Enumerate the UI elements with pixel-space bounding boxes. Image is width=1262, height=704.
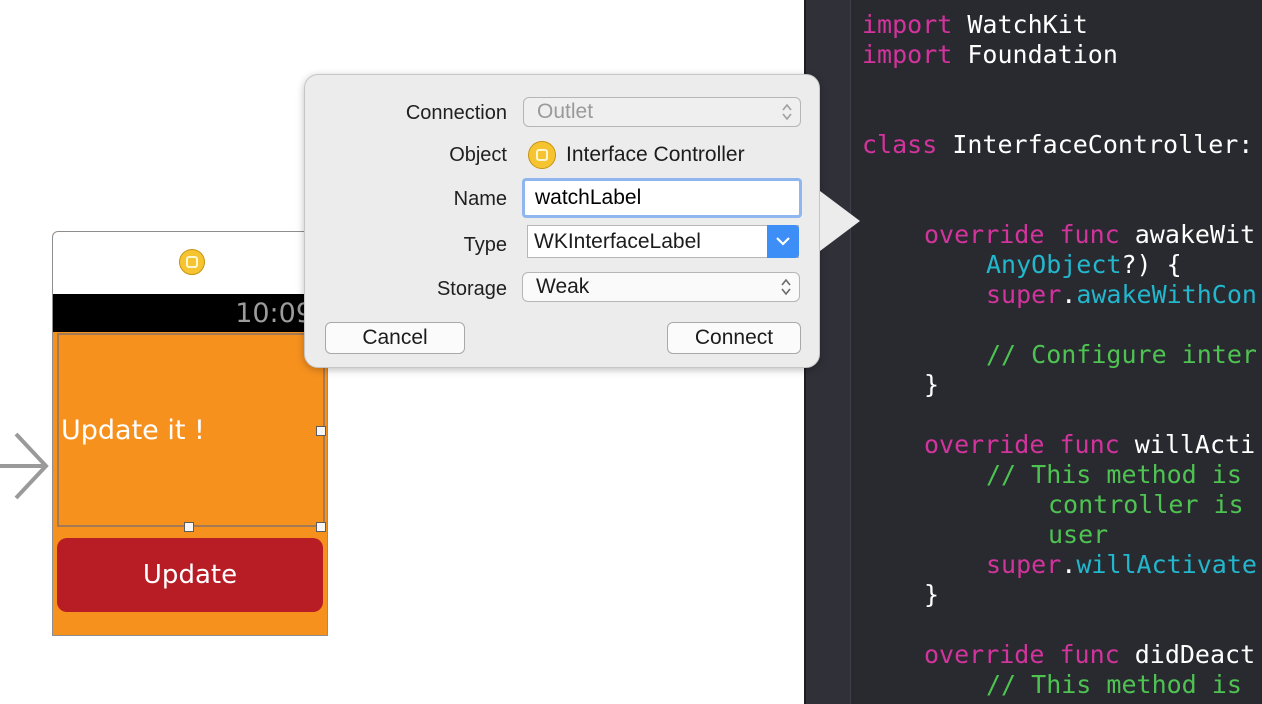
scene-titlebar[interactable] bbox=[53, 232, 327, 295]
code-editor[interactable]: import WatchKit import Foundation class … bbox=[804, 0, 1262, 704]
connection-popover: Connection Outlet Object Interface Contr… bbox=[304, 74, 860, 368]
connection-label: Connection bbox=[405, 102, 507, 124]
code-comment: controller is bbox=[1048, 490, 1244, 519]
name-input[interactable] bbox=[522, 178, 802, 218]
entry-point-arrow-icon[interactable] bbox=[0, 430, 52, 502]
watch-label-element[interactable]: Update it ! bbox=[57, 333, 325, 527]
code-line: override func awakeWit bbox=[924, 220, 1256, 249]
code-line: super.awakeWithCon bbox=[986, 280, 1257, 309]
type-combobox[interactable]: WKInterfaceLabel bbox=[527, 225, 799, 258]
storage-select[interactable]: Weak bbox=[522, 272, 800, 302]
connection-select[interactable]: Outlet bbox=[523, 97, 801, 127]
code-comment: // This method is bbox=[986, 460, 1242, 489]
code-line: } bbox=[924, 580, 940, 609]
resize-handle-corner[interactable] bbox=[316, 522, 326, 532]
resize-handle-bottom[interactable] bbox=[184, 522, 194, 532]
name-label: Name bbox=[453, 188, 507, 210]
code-comment: // Configure inter bbox=[986, 340, 1257, 369]
code-line: import Foundation bbox=[862, 40, 1118, 69]
connection-value: Outlet bbox=[537, 100, 594, 123]
connect-button[interactable]: Connect bbox=[667, 322, 801, 354]
code-line: class InterfaceController: bbox=[862, 130, 1254, 159]
code-line: import WatchKit bbox=[862, 10, 1088, 39]
popover-arrow bbox=[820, 191, 860, 251]
code-line: override func didDeact bbox=[924, 640, 1256, 669]
resize-handle-right[interactable] bbox=[316, 426, 326, 436]
watch-time: 10:09 bbox=[235, 298, 313, 329]
code-comment: user bbox=[1048, 520, 1109, 549]
chevron-down-icon bbox=[776, 237, 790, 246]
storage-value: Weak bbox=[536, 275, 590, 298]
interface-controller-object-icon bbox=[528, 141, 556, 169]
type-dropdown-button[interactable] bbox=[767, 225, 799, 258]
type-value: WKInterfaceLabel bbox=[534, 230, 701, 253]
cancel-button[interactable]: Cancel bbox=[325, 322, 465, 354]
chevron-updown-icon bbox=[782, 103, 792, 121]
watch-status-bar: 10:09 bbox=[53, 294, 327, 332]
storage-label: Storage bbox=[436, 278, 507, 300]
interface-controller-icon[interactable] bbox=[179, 249, 205, 275]
code-line: } bbox=[924, 370, 940, 399]
type-label: Type bbox=[463, 234, 507, 256]
code-line: AnyObject?) { bbox=[986, 250, 1182, 279]
code-line: super.willActivate bbox=[986, 550, 1257, 579]
watch-label-text: Update it ! bbox=[61, 415, 205, 446]
interface-controller-scene[interactable]: 10:09 Update it ! Update bbox=[52, 231, 328, 636]
update-button[interactable]: Update bbox=[57, 538, 323, 612]
object-value: Interface Controller bbox=[566, 143, 745, 166]
code-comment: // This method is bbox=[986, 670, 1242, 699]
chevron-updown-icon bbox=[781, 278, 791, 296]
code-line: override func willActi bbox=[924, 430, 1256, 459]
object-label: Object bbox=[449, 144, 507, 166]
